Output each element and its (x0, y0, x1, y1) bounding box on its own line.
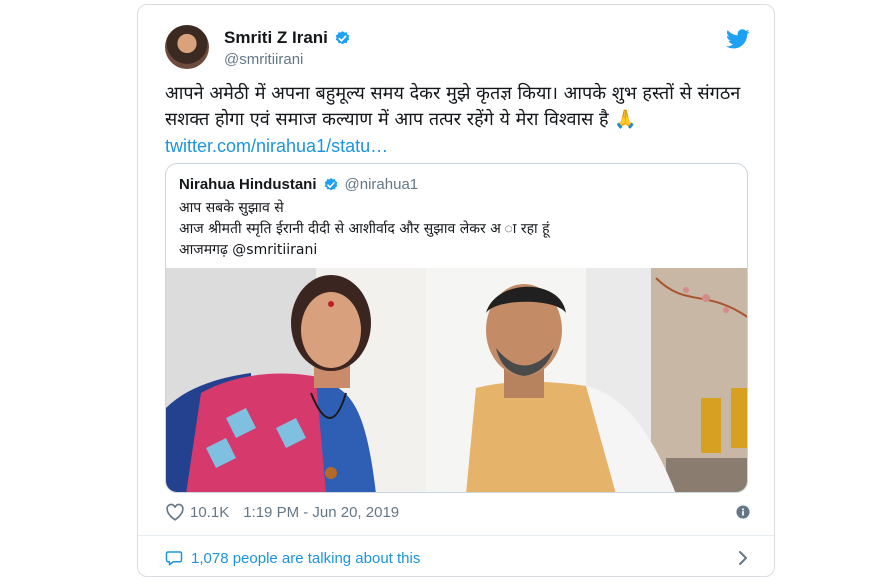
verified-badge-icon (335, 30, 350, 44)
quoted-author-name[interactable]: Nirahua Hindustani (179, 176, 317, 193)
comment-bubble-icon (165, 551, 183, 566)
quoted-line-2: आज श्रीमती स्मृति ईरानी दीदी से आशीर्वाद… (179, 221, 550, 237)
tweet-card: Smriti Z Irani @smritiirani आपने अमेठी म… (137, 4, 775, 577)
chevron-right-icon[interactable] (736, 549, 750, 567)
like-count[interactable]: 10.1K (190, 504, 229, 521)
tweet-link[interactable]: twitter.com/nirahua1/statu… (165, 136, 388, 156)
info-icon[interactable] (736, 505, 750, 519)
quoted-tweet[interactable]: Nirahua Hindustani @nirahua1 आप सबके सुझ… (165, 163, 748, 493)
tweet-timestamp[interactable]: 1:19 PM - Jun 20, 2019 (243, 504, 399, 521)
verified-badge-icon (324, 177, 337, 190)
avatar[interactable] (165, 25, 209, 69)
folded-hands-emoji: 🙏 (614, 109, 637, 130)
selfie-photo[interactable] (166, 268, 748, 493)
author-block: Smriti Z Irani @smritiirani (224, 28, 351, 68)
divider (138, 535, 774, 536)
heart-icon[interactable] (165, 503, 185, 521)
tweet-body: आपने अमेठी में अपना बहुमूल्य समय देकर मु… (165, 83, 741, 130)
conversation-text[interactable]: 1,078 people are talking about this (191, 550, 420, 567)
author-handle[interactable]: @smritiirani (224, 51, 351, 68)
quoted-author: Nirahua Hindustani @nirahua1 (179, 176, 418, 193)
quoted-line-3: आजमगढ़ @smritiirani (179, 242, 318, 258)
twitter-bird-icon[interactable] (726, 27, 750, 51)
conversation-link[interactable]: 1,078 people are talking about this (165, 549, 750, 567)
quoted-author-handle[interactable]: @nirahua1 (345, 176, 419, 193)
author-name[interactable]: Smriti Z Irani (224, 28, 328, 48)
quoted-line-1: आप सबके सुझाव से (179, 200, 284, 216)
tweet-meta: 10.1K 1:19 PM - Jun 20, 2019 (165, 503, 750, 521)
quoted-text: आप सबके सुझाव से आज श्रीमती स्मृति ईरानी… (179, 198, 739, 261)
tweet-text: आपने अमेठी में अपना बहुमूल्य समय देकर मु… (165, 81, 765, 160)
